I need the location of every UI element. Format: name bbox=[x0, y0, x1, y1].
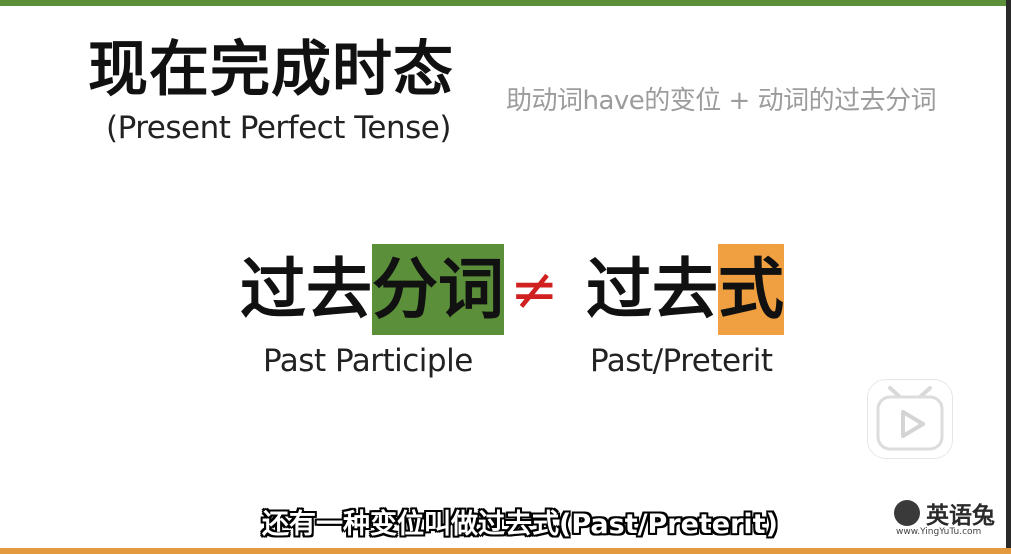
right-edge bbox=[1006, 0, 1011, 554]
right-term-highlight: 式 bbox=[718, 244, 784, 335]
slide-subtitle: (Present Perfect Tense) bbox=[106, 110, 451, 146]
left-term-plain: 过去 bbox=[240, 250, 372, 328]
past-participle-caption: Past Participle bbox=[263, 343, 473, 379]
past-participle-term: 过去 分词 bbox=[240, 244, 504, 335]
video-subtitle: 还有一种变位叫做过去式(Past/Preterit) bbox=[262, 509, 778, 540]
slide-title: 现在完成时态 bbox=[88, 35, 454, 105]
rabbit-logo-icon bbox=[894, 500, 920, 526]
watermark-url: www.YingYuTu.com bbox=[896, 527, 982, 537]
past-tense-term: 过去式 bbox=[586, 244, 784, 335]
left-term-highlight: 分词 bbox=[372, 244, 504, 335]
play-button[interactable] bbox=[868, 380, 952, 458]
bottom-accent-bar bbox=[0, 548, 1011, 554]
top-accent-bar bbox=[0, 0, 1011, 6]
watermark-logo: 英语兔 www.YingYuTu.com bbox=[894, 496, 1004, 540]
video-frame: 现在完成时态 (Present Perfect Tense) 助动词have的变… bbox=[0, 0, 1011, 554]
formula-text: 助动词have的变位 + 动词的过去分词 bbox=[506, 86, 937, 116]
past-tense-caption: Past/Preterit bbox=[590, 343, 773, 379]
not-equal-sign: ≠ bbox=[510, 255, 559, 323]
right-term-plain: 过去 bbox=[586, 250, 718, 328]
play-icon bbox=[876, 386, 944, 451]
watermark-name: 英语兔 bbox=[926, 502, 995, 529]
